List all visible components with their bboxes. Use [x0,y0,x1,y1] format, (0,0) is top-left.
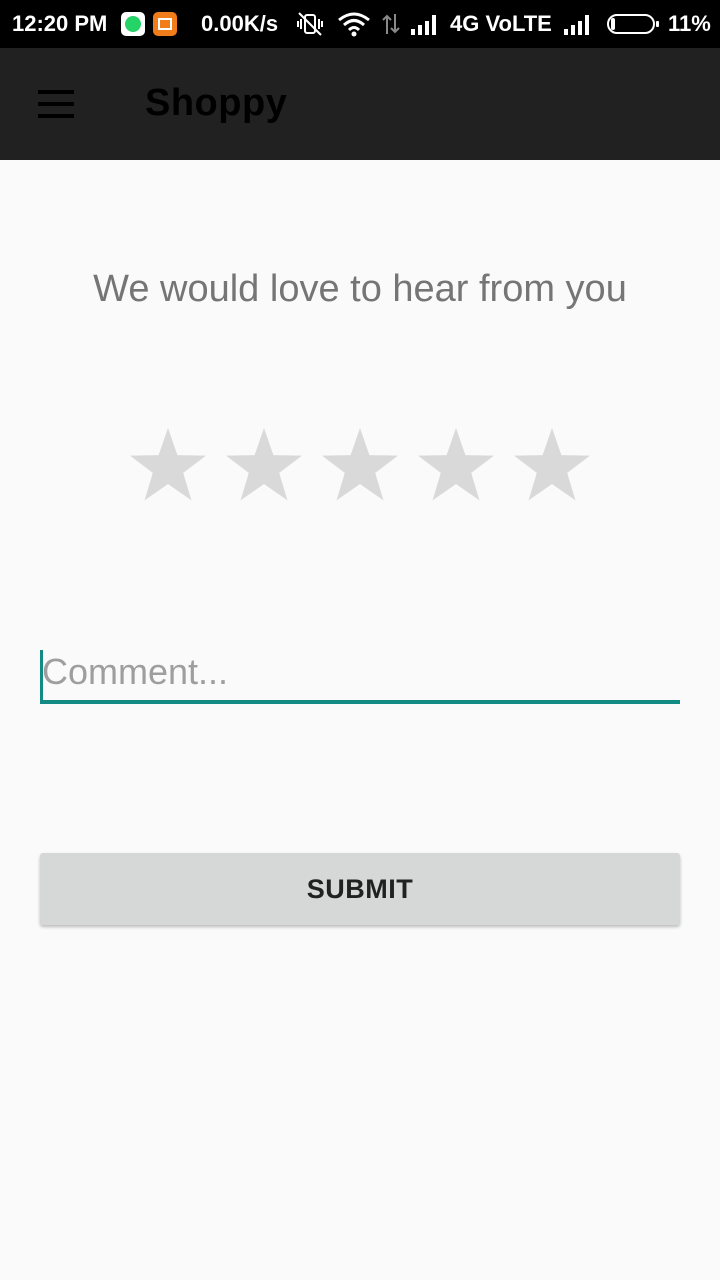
signal-icon [564,15,589,35]
wifi-icon [338,12,370,37]
star-icon[interactable] [408,418,504,514]
data-arrows-icon [382,14,400,34]
star-icon[interactable] [120,418,216,514]
vibrate-off-icon [297,12,323,36]
star-icon[interactable] [312,418,408,514]
app-title: Shoppy [145,82,288,124]
star-rating-bar[interactable] [120,418,600,514]
comment-input[interactable] [42,648,672,696]
battery-percent: 11% [668,11,711,36]
network-type: 4G VoLTE [450,11,552,36]
news-app-icon [153,12,177,36]
star-icon[interactable] [504,418,600,514]
comment-field[interactable] [40,640,680,704]
feedback-headline: We would love to hear from you [93,268,627,310]
network-speed: 0.00K/s [201,11,279,36]
battery-level [611,18,615,30]
status-time: 12:20 PM [12,11,108,36]
submit-button[interactable]: SUBMIT [40,853,680,925]
whatsapp-icon [121,12,145,36]
battery-icon [607,14,659,34]
menu-line [38,114,74,118]
menu-line [38,102,74,106]
menu-line [38,90,74,94]
status-bar: 12:20 PM 0.00K/s 4G VoLTE 11% [0,0,720,48]
hamburger-menu-icon[interactable] [24,76,88,132]
signal-icon [411,15,436,35]
app-bar: Shoppy [0,48,720,160]
star-icon[interactable] [216,418,312,514]
